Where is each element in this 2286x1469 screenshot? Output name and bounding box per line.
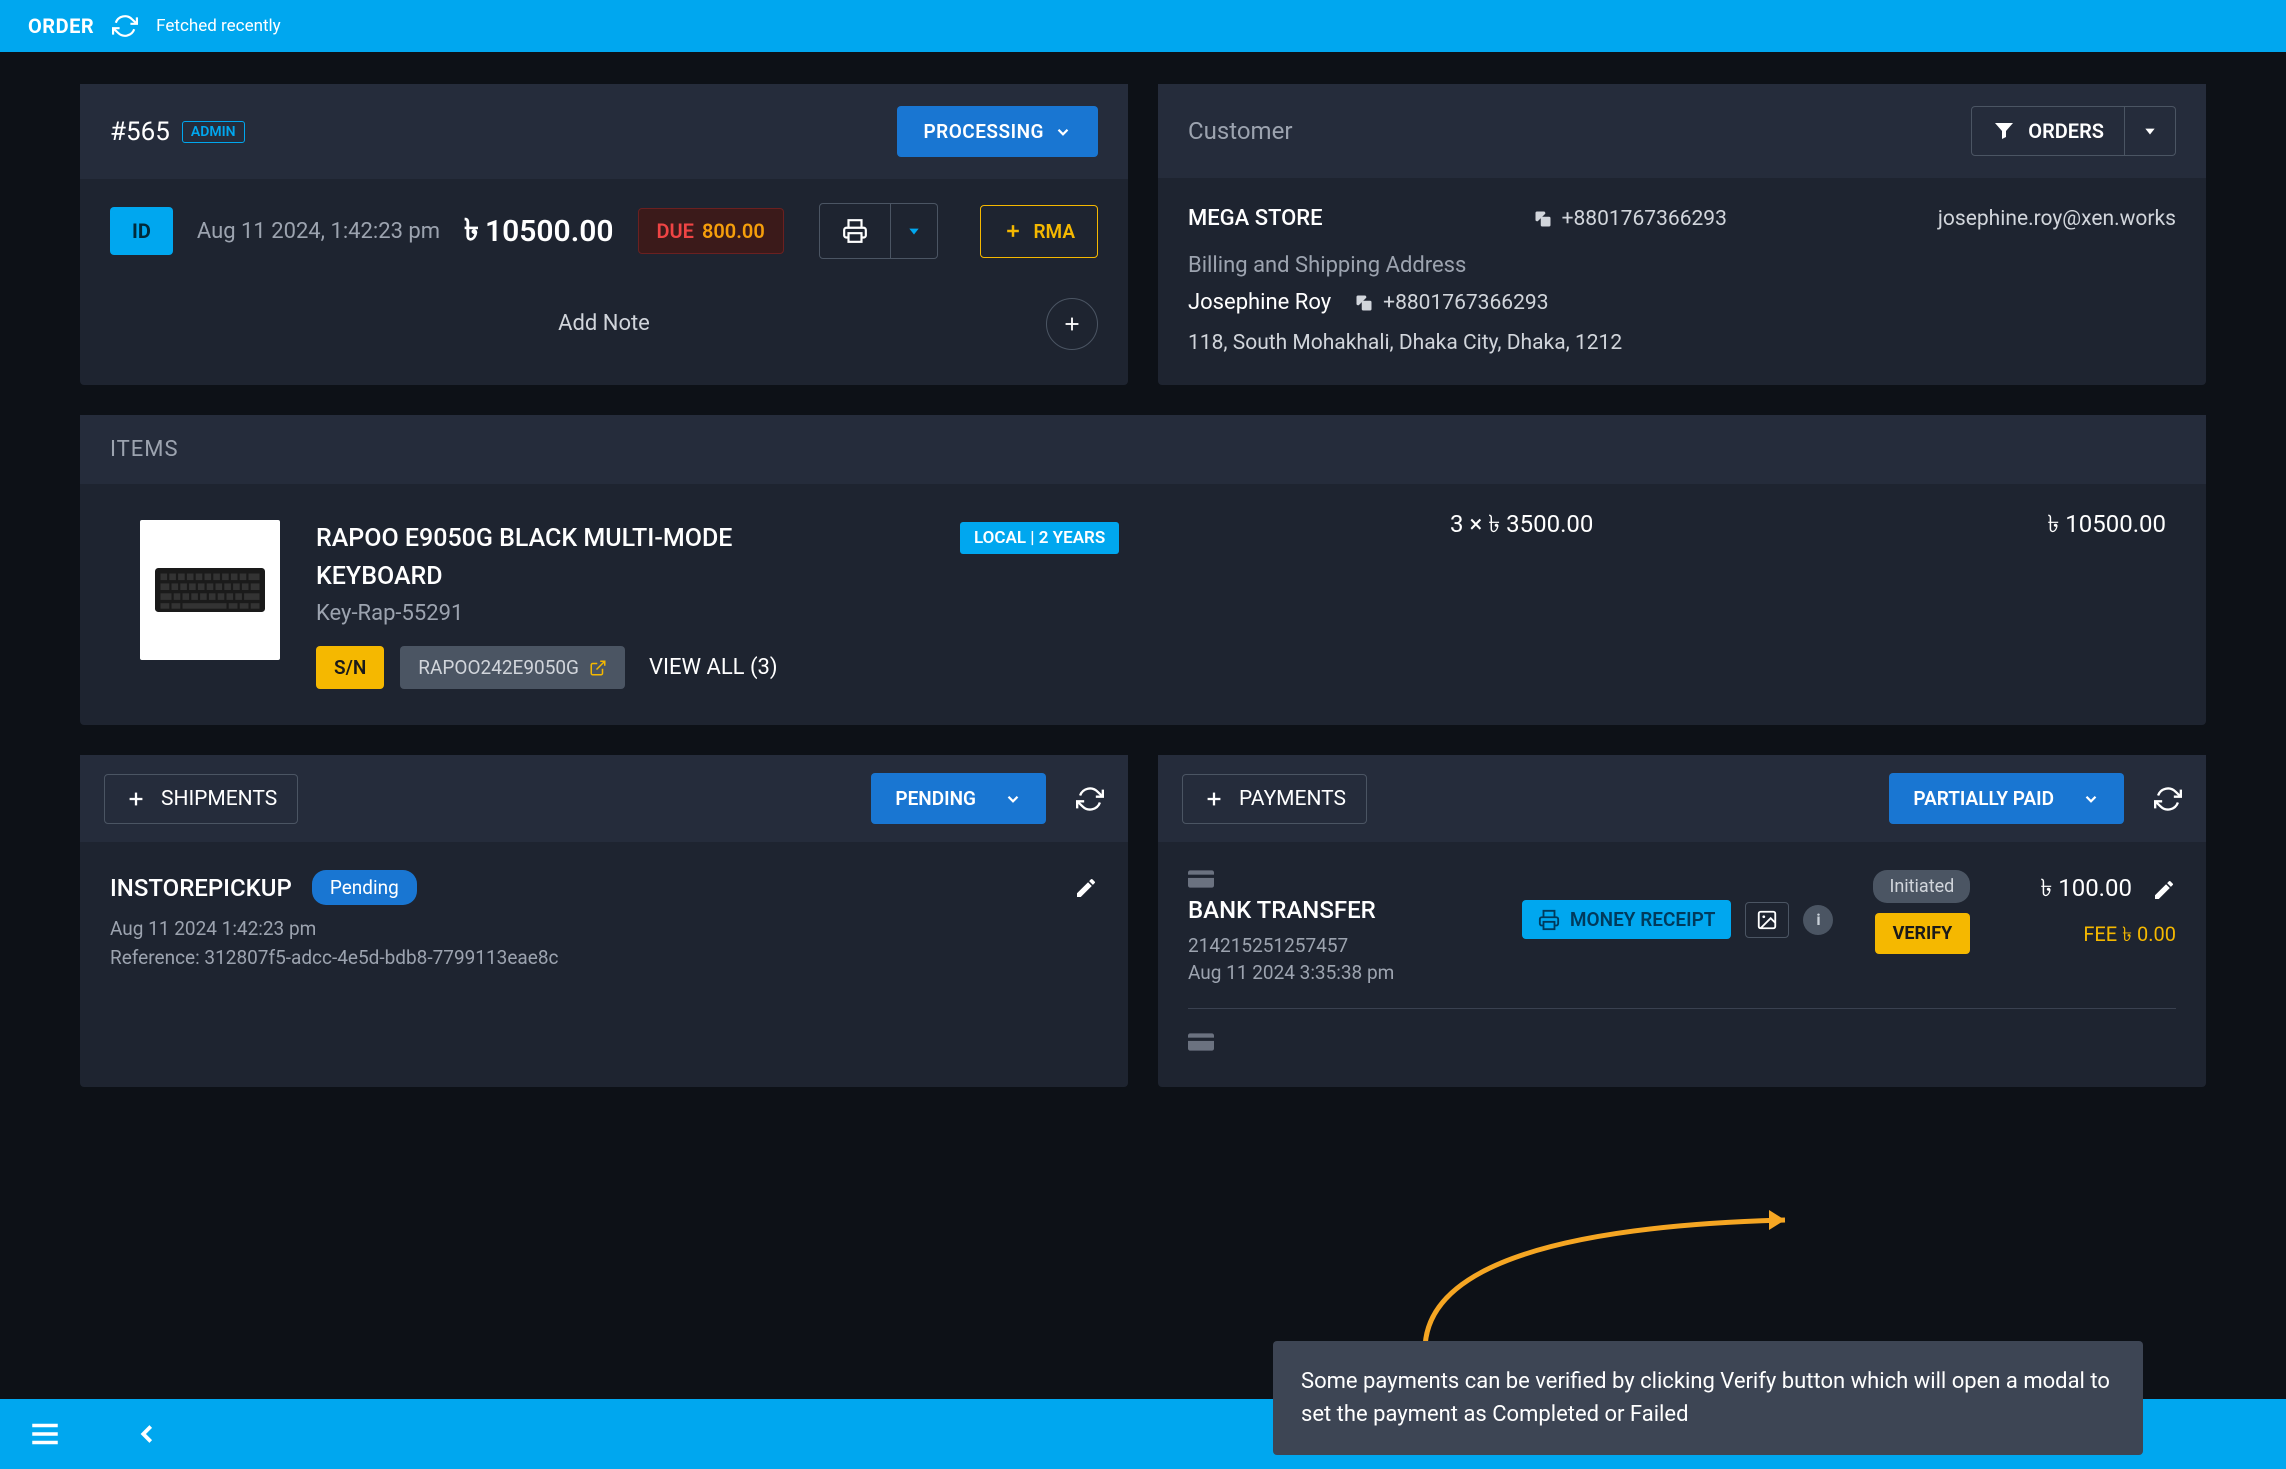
chevron-down-icon [1004,790,1022,808]
menu-icon[interactable] [28,1417,62,1451]
order-status-label: PROCESSING [923,120,1044,143]
customer-address: 118, South Mohakhali, Dhaka City, Dhaka,… [1188,321,2176,365]
tooltip: Some payments can be verified by clickin… [1273,1341,2143,1455]
payment-amount: ৳ 100.00 [2040,870,2132,910]
order-card: #565 ADMIN PROCESSING ID Aug 11 2024, 1:… [80,84,1128,385]
plus-icon [1203,788,1225,810]
item-line-total: ৳ 10500.00 [2047,506,2166,546]
money-receipt-button[interactable]: MONEY RECEIPT [1522,900,1732,939]
item-qty-price: 3 × ৳ 3500.00 [1450,506,1593,546]
item-image[interactable] [140,520,280,660]
plus-icon [1061,313,1083,335]
annotation-arrow [1395,1190,1815,1360]
plus-icon [1003,221,1023,241]
verify-button[interactable]: VERIFY [1875,913,1971,954]
rma-button[interactable]: RMA [980,205,1098,258]
due-badge: DUE 800.00 [638,208,784,254]
item-row: RAPOO E9050G BLACK MULTI-MODE KEYBOARD K… [80,484,2206,725]
page-title: ORDER [28,14,94,38]
sync-shipments-icon[interactable] [1076,785,1104,813]
warranty-badge: LOCAL | 2 YEARS [960,522,1119,554]
shipment-status-button[interactable]: PENDING [871,773,1046,824]
add-note-button[interactable] [1046,298,1098,350]
card-icon [1188,870,1394,888]
add-note-row[interactable]: Add Note [80,283,1128,364]
edit-shipment-icon[interactable] [1074,876,1098,900]
items-header: ITEMS [80,415,2206,484]
payment-date: Aug 11 2024 3:35:38 pm [1188,961,1394,984]
shipment-reference: Reference: 312807f5-adcc-4e5d-bdb8-77991… [110,946,1098,969]
order-status-button[interactable]: PROCESSING [897,106,1098,157]
external-link-icon [589,659,607,677]
sync-payments-icon[interactable] [2154,785,2182,813]
shipment-date: Aug 11 2024 1:42:23 pm [110,917,1098,940]
customer-name: Josephine Roy [1188,284,1331,321]
filter-icon [1992,119,2016,143]
top-bar: ORDER Fetched recently [0,0,2286,52]
order-number: #565 [110,117,170,147]
keyboard-icon [155,568,265,612]
print-dropdown[interactable] [891,203,938,259]
customer-email[interactable]: josephine.roy@xen.works [1938,207,2176,231]
add-payment-button[interactable]: PAYMENTS [1182,774,1367,824]
item-name[interactable]: RAPOO E9050G BLACK MULTI-MODE KEYBOARD [316,520,776,595]
payment-method: BANK TRANSFER [1188,896,1394,924]
info-icon[interactable]: i [1803,905,1833,935]
payment-initiated-pill: Initiated [1873,870,1970,903]
printer-icon [1538,909,1560,931]
payments-card: PAYMENTS PARTIALLY PAID BANK TRANSFE [1158,755,2206,1087]
payment-fee: FEE ৳ 0.00 [2083,920,2176,953]
payment-status-button[interactable]: PARTIALLY PAID [1889,773,2124,824]
customer-phone-2[interactable]: +8801767366293 [1355,291,1548,315]
chevron-down-icon [2082,790,2100,808]
add-note-label: Add Note [558,311,650,336]
customer-card: Customer ORDERS MEGA STORE +880 [1158,84,2206,385]
fetched-label: Fetched recently [156,16,281,36]
order-total: ৳10500.00 [464,206,613,257]
caret-down-icon [907,224,921,238]
image-icon[interactable] [1745,902,1789,938]
payment-reference: 214215251257457 [1188,934,1394,957]
back-icon[interactable] [132,1419,162,1449]
sn-badge[interactable]: S/N [316,646,384,689]
item-sku: Key-Rap-55291 [316,601,2146,626]
plus-icon [125,788,147,810]
customer-phone[interactable]: +8801767366293 [1534,207,1727,231]
customer-store: MEGA STORE [1188,206,1323,231]
copy-icon [1534,210,1552,228]
customer-orders-dropdown[interactable] [2125,106,2176,156]
admin-badge: ADMIN [182,121,245,143]
caret-down-icon [2143,124,2157,138]
shipment-status-pill: Pending [312,870,417,905]
card-icon [1188,1033,2176,1051]
order-date: Aug 11 2024, 1:42:23 pm [197,219,440,244]
divider [1188,1008,2176,1009]
address-label: Billing and Shipping Address [1188,239,2176,284]
chevron-down-icon [1054,123,1072,141]
id-badge[interactable]: ID [110,207,173,255]
customer-orders-button[interactable]: ORDERS [1971,106,2125,156]
edit-payment-icon[interactable] [2152,878,2176,902]
view-all-link[interactable]: VIEW ALL (3) [649,655,778,680]
serial-chip[interactable]: RAPOO242E9050G [400,646,625,689]
print-button[interactable] [819,203,891,259]
customer-header: Customer [1188,117,1292,145]
shipments-card: SHIPMENTS PENDING INSTOREPICKUP Pending [80,755,1128,1087]
items-card: ITEMS RAPOO E9050G BLACK MULTI-MODE KEYB… [80,415,2206,725]
printer-icon [842,218,868,244]
refresh-icon[interactable] [112,13,138,39]
copy-icon [1355,294,1373,312]
add-shipment-button[interactable]: SHIPMENTS [104,774,298,824]
shipment-method: INSTOREPICKUP [110,874,292,902]
